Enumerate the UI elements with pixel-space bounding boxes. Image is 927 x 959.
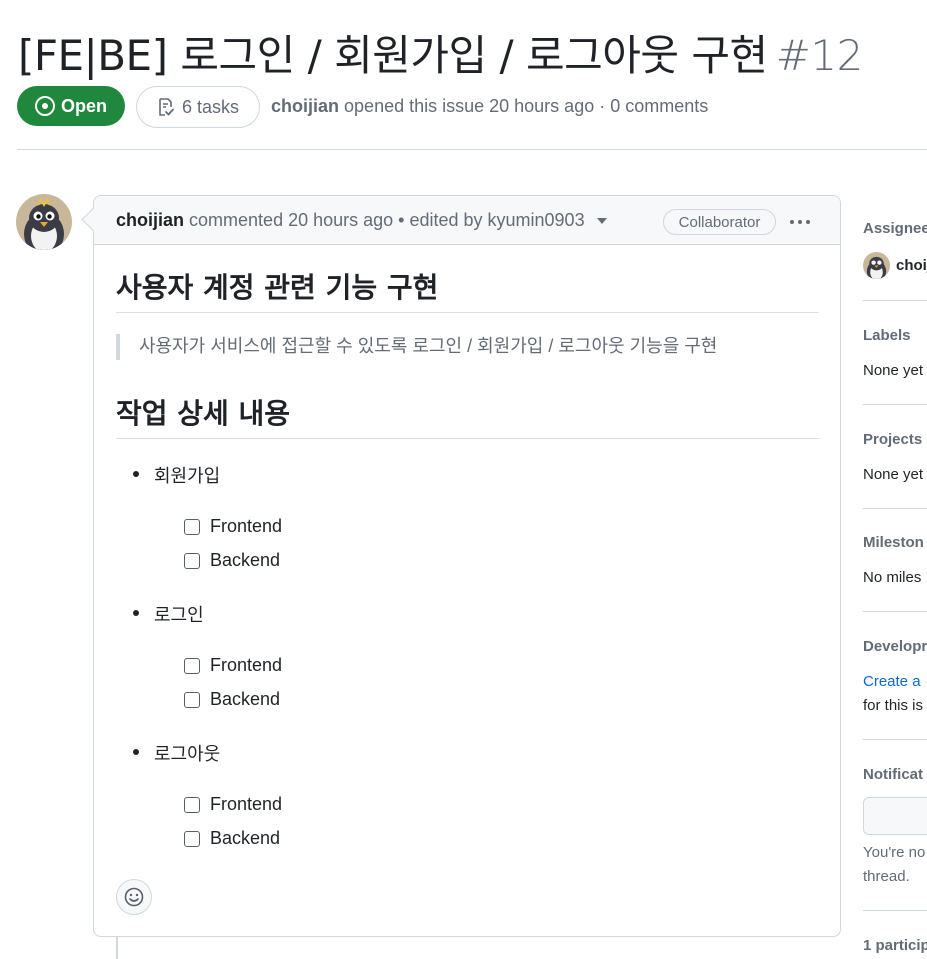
issue-title-text: [FE|BE] 로그인 / 회원가입 / 로그아웃 구현 bbox=[18, 31, 768, 80]
assignee-avatar[interactable] bbox=[863, 252, 890, 279]
task-item: Backend bbox=[184, 689, 280, 710]
sidebar-divider bbox=[863, 910, 927, 911]
sidebar-notifications-title: Notificat bbox=[863, 766, 923, 783]
sidebar-milestone-value: No miles bbox=[863, 569, 922, 586]
sidebar-milestone-title[interactable]: Mileston bbox=[863, 534, 924, 551]
sidebar-participants-title: 1 particip bbox=[863, 937, 927, 954]
issue-state-label: Open bbox=[60, 95, 107, 116]
task-checkbox[interactable] bbox=[184, 796, 200, 813]
subscribe-button[interactable] bbox=[863, 797, 927, 835]
sidebar-assignees-title[interactable]: Assignee bbox=[863, 220, 927, 237]
kebab-icon[interactable] bbox=[790, 220, 810, 224]
sidebar-divider bbox=[863, 404, 927, 405]
comment-header: choijian commented 20 hours ago • edited… bbox=[94, 196, 840, 245]
comment-subheading: 작업 상세 내용 bbox=[116, 397, 291, 430]
bullet-icon bbox=[133, 749, 139, 755]
comment-author-link[interactable]: choijian bbox=[116, 210, 184, 230]
issue-title: [FE|BE] 로그인 / 회원가입 / 로그아웃 구현 #12 bbox=[18, 22, 863, 83]
author-avatar[interactable] bbox=[16, 194, 72, 250]
header-divider bbox=[17, 149, 927, 150]
task-checkbox[interactable] bbox=[184, 830, 200, 847]
tasks-progress-button[interactable]: 6 tasks bbox=[136, 86, 260, 128]
tasks-count: 6 tasks bbox=[181, 96, 240, 117]
tasklist-icon bbox=[159, 98, 174, 116]
issue-open-icon bbox=[34, 96, 55, 116]
notifications-text-line2: thread. bbox=[863, 868, 910, 885]
add-reaction-button[interactable] bbox=[116, 879, 152, 915]
issue-comment: choijian commented 20 hours ago • edited… bbox=[93, 195, 841, 937]
sidebar-development-text: for this is bbox=[863, 697, 924, 714]
task-checkbox[interactable] bbox=[184, 691, 200, 708]
sidebar-divider bbox=[863, 300, 927, 301]
task-checkbox[interactable] bbox=[184, 518, 200, 535]
timeline-line bbox=[116, 936, 118, 959]
bullet-icon bbox=[133, 610, 139, 616]
sidebar-labels-value: None yet bbox=[863, 362, 924, 379]
task-item: Frontend bbox=[184, 655, 282, 676]
sidebar-projects-value: None yet bbox=[863, 466, 924, 483]
issue-number: #12 bbox=[775, 31, 864, 80]
issue-state-badge: Open bbox=[17, 86, 125, 126]
subheading-divider bbox=[116, 438, 819, 439]
issue-meta: choijian opened this issue 20 hours ago … bbox=[271, 96, 708, 117]
task-item: Frontend bbox=[184, 794, 282, 815]
list-item: 로그아웃 bbox=[133, 740, 220, 766]
caret-down-icon[interactable] bbox=[596, 218, 607, 225]
task-item: Backend bbox=[184, 550, 280, 571]
task-checkbox[interactable] bbox=[184, 657, 200, 674]
task-item: Frontend bbox=[184, 516, 282, 537]
create-branch-link[interactable]: Create a bbox=[863, 673, 921, 690]
list-item: 로그인 bbox=[133, 601, 204, 627]
sidebar-development-title[interactable]: Developr bbox=[863, 638, 927, 655]
collaborator-badge: Collaborator bbox=[663, 209, 776, 235]
task-checkbox[interactable] bbox=[184, 552, 200, 569]
sidebar-divider bbox=[863, 611, 927, 612]
assignee-name[interactable]: choij bbox=[896, 257, 927, 274]
bullet-icon bbox=[133, 471, 139, 477]
comment-heading: 사용자 계정 관련 기능 구현 bbox=[116, 271, 439, 304]
task-item: Backend bbox=[184, 828, 280, 849]
heading-divider bbox=[116, 312, 819, 313]
list-item: 회원가입 bbox=[133, 462, 220, 488]
issue-author-link[interactable]: choijian bbox=[271, 96, 339, 116]
comment-meta-text[interactable]: commented 20 hours ago • edited by kyumi… bbox=[189, 210, 585, 230]
smiley-icon bbox=[124, 887, 144, 907]
issue-meta-text: opened this issue 20 hours ago · 0 comme… bbox=[344, 96, 709, 116]
sidebar-divider bbox=[863, 739, 927, 740]
comment-blockquote: 사용자가 서비스에 접근할 수 있도록 로그인 / 회원가입 / 로그아웃 기능… bbox=[116, 334, 717, 360]
sidebar-divider bbox=[863, 508, 927, 509]
sidebar-projects-title[interactable]: Projects bbox=[863, 431, 922, 448]
comment-meta: choijian commented 20 hours ago • edited… bbox=[116, 210, 607, 231]
notifications-text-line1: You're no bbox=[863, 844, 926, 861]
sidebar-labels-title[interactable]: Labels bbox=[863, 327, 911, 344]
